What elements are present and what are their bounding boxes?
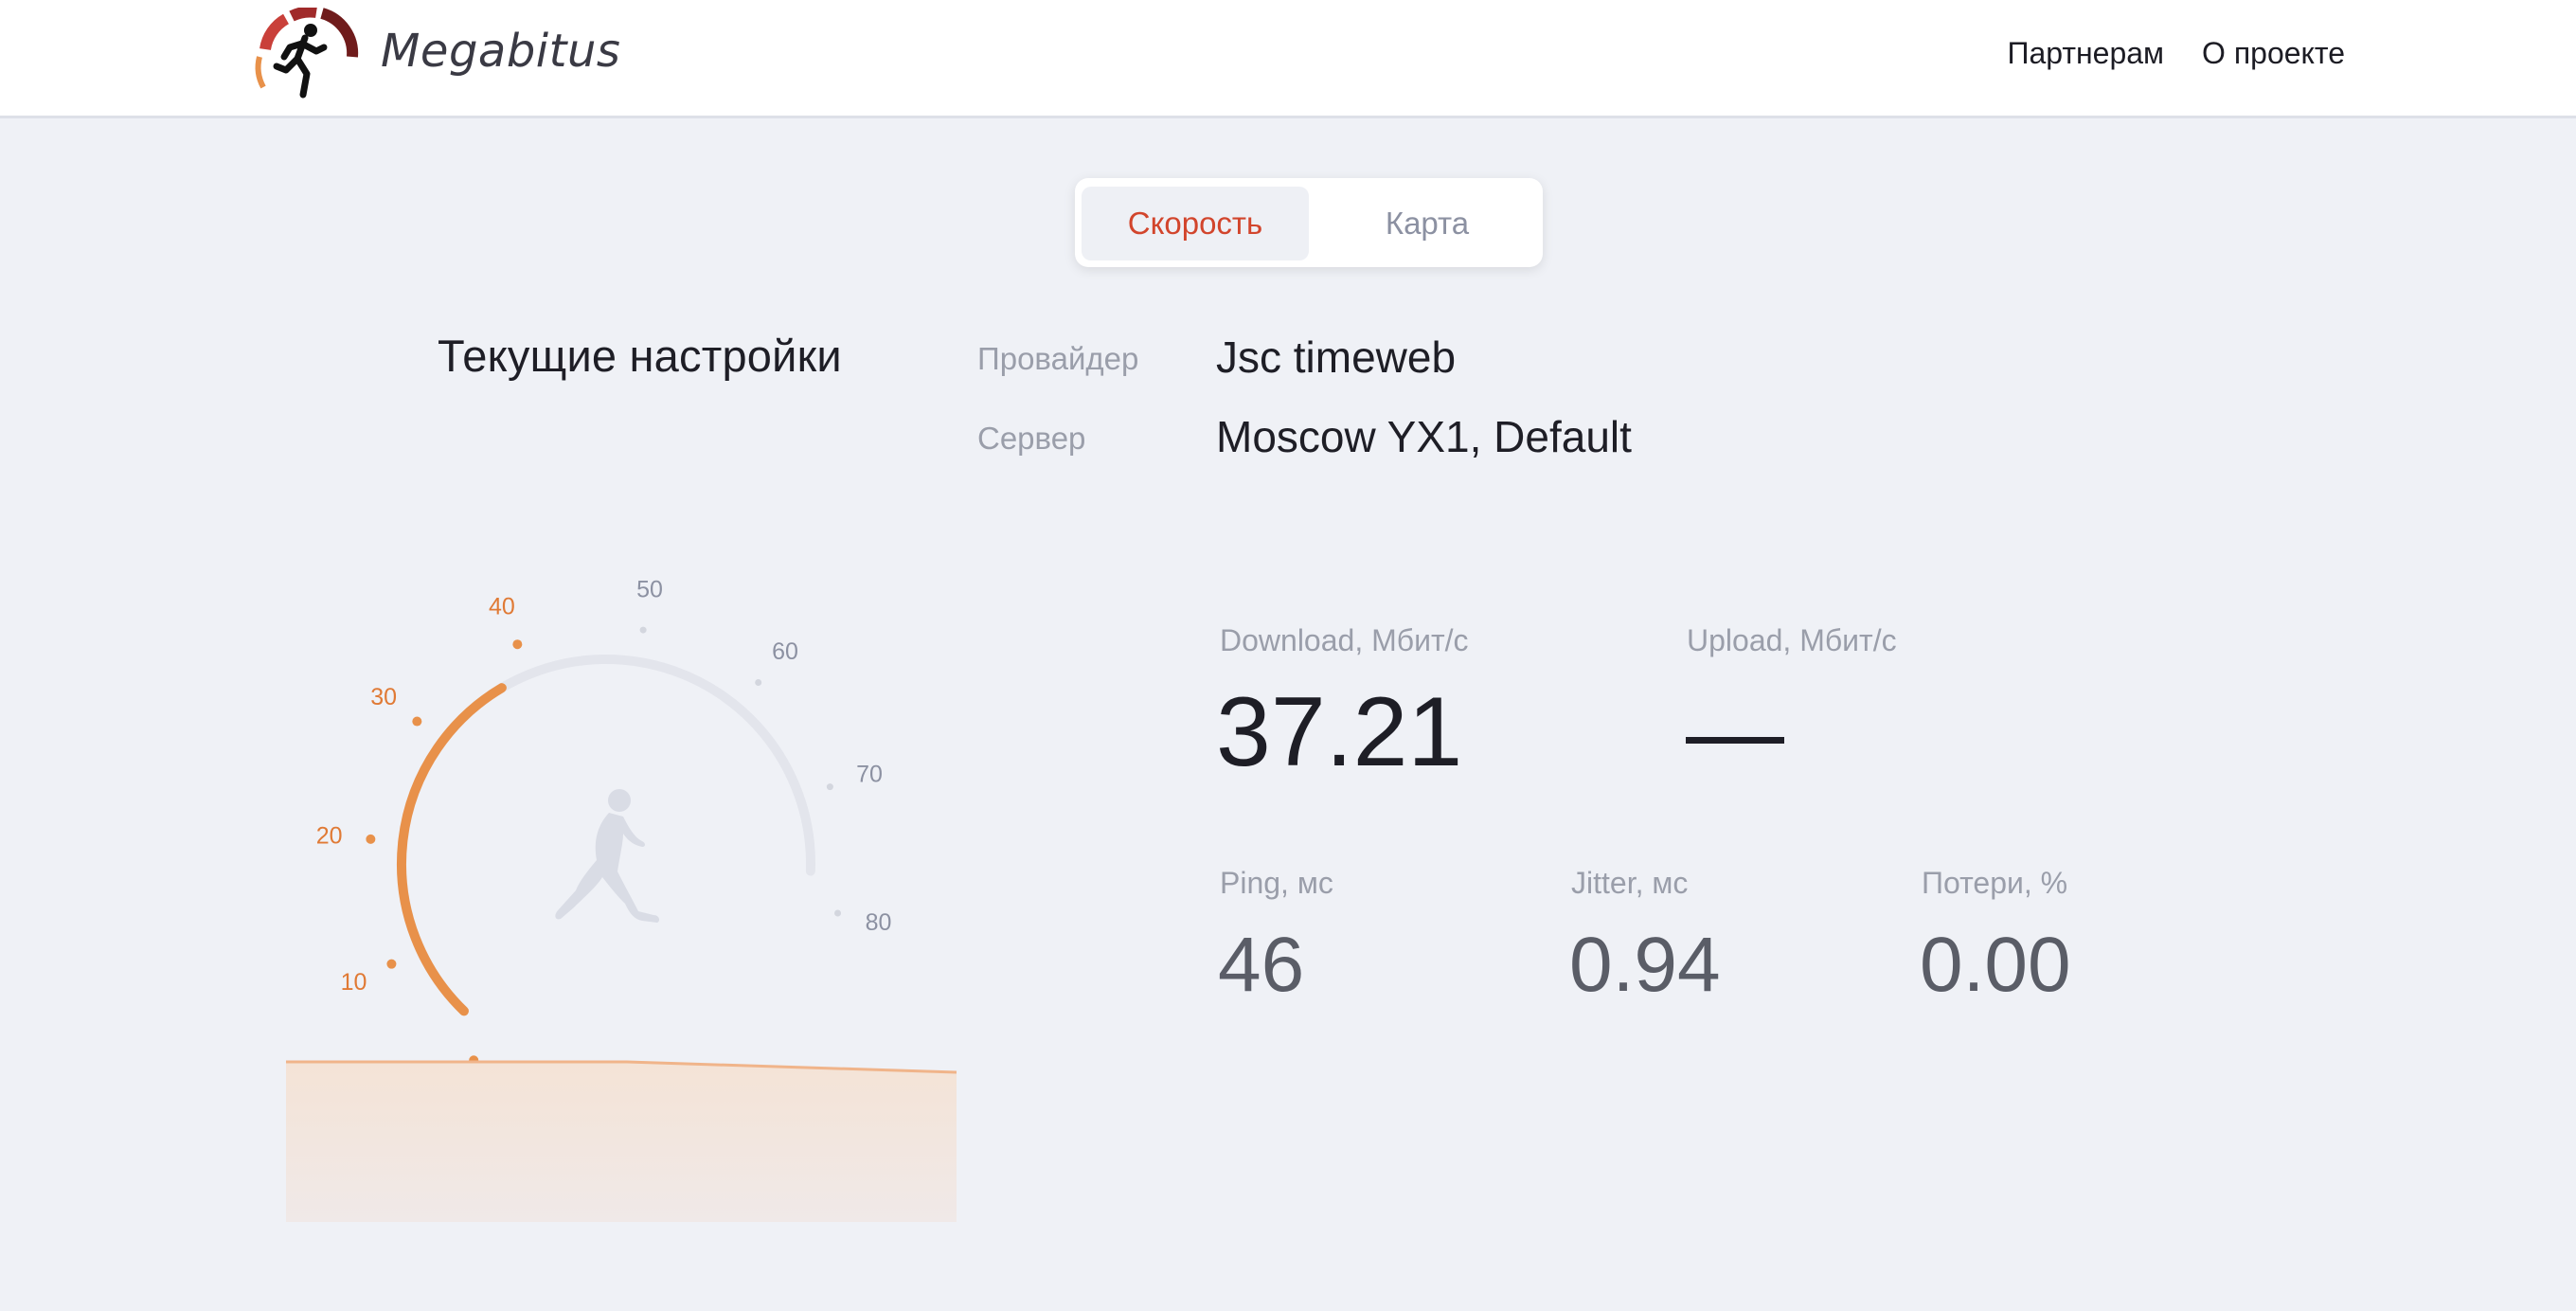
download-value: 37.21	[1216, 677, 1463, 787]
gauge-tick-dot	[834, 909, 842, 917]
ping-label: Ping, мс	[1220, 866, 1333, 900]
logo[interactable]: Megabitus	[248, 8, 620, 102]
runner-logo-icon	[255, 8, 359, 99]
gauge-tick-dot	[366, 834, 376, 844]
download-label: Download, Мбит/с	[1220, 623, 1469, 657]
gauge-tick-label: 70	[856, 761, 883, 787]
nav-partners-link[interactable]: Партнерам	[2007, 36, 2164, 71]
gauge-tick-dot	[386, 959, 397, 969]
runner-silhouette-icon	[555, 789, 660, 923]
gauge-tick-dot	[755, 678, 762, 686]
jitter-value: 0.94	[1569, 922, 1721, 1008]
gauge-tick-dot	[826, 783, 833, 791]
gauge-tick-label: 20	[316, 822, 343, 849]
gauge-tick-label: 30	[370, 684, 397, 710]
gauge-tick-label: 50	[636, 577, 663, 603]
upload-label: Upload, Мбит/с	[1687, 623, 1897, 657]
top-header: Megabitus Партнерам О проекте	[0, 0, 2576, 118]
gauge-tick-dot	[512, 639, 523, 650]
brand-name: Megabitus	[381, 25, 621, 78]
speed-gauge: 01020304050607080	[284, 559, 985, 1241]
settings-title: Текущие настройки	[438, 331, 842, 381]
upload-value: —	[1686, 677, 1784, 787]
provider-value: Jsc timeweb	[1216, 332, 1457, 382]
server-label: Сервер	[977, 421, 1086, 456]
gauge-tick-label: 10	[341, 969, 367, 996]
gauge-progress	[397, 683, 507, 1016]
gauge-dial: 01020304050607080	[286, 577, 957, 1222]
ping-value: 46	[1218, 922, 1305, 1008]
jitter-label: Jitter, мс	[1571, 866, 1689, 900]
gauge-tick-label: 40	[489, 593, 515, 620]
nav-about-link[interactable]: О проекте	[2202, 36, 2345, 71]
gauge-tick-label: 80	[866, 909, 892, 936]
server-value: Moscow YX1, Default	[1216, 412, 1632, 461]
provider-label: Провайдер	[977, 341, 1139, 376]
tab-map[interactable]: Карта	[1314, 187, 1541, 260]
speed-history-area	[286, 1062, 957, 1222]
view-tabs: Скорость Карта	[1075, 178, 1543, 267]
gauge-tick-dot	[412, 716, 422, 727]
tab-speed[interactable]: Скорость	[1082, 187, 1309, 260]
gauge-tick-dot	[639, 626, 647, 634]
loss-value: 0.00	[1920, 922, 2071, 1008]
loss-label: Потери, %	[1922, 866, 2068, 900]
top-nav: Партнерам О проекте	[2007, 36, 2345, 71]
gauge-tick-label: 60	[772, 638, 798, 665]
